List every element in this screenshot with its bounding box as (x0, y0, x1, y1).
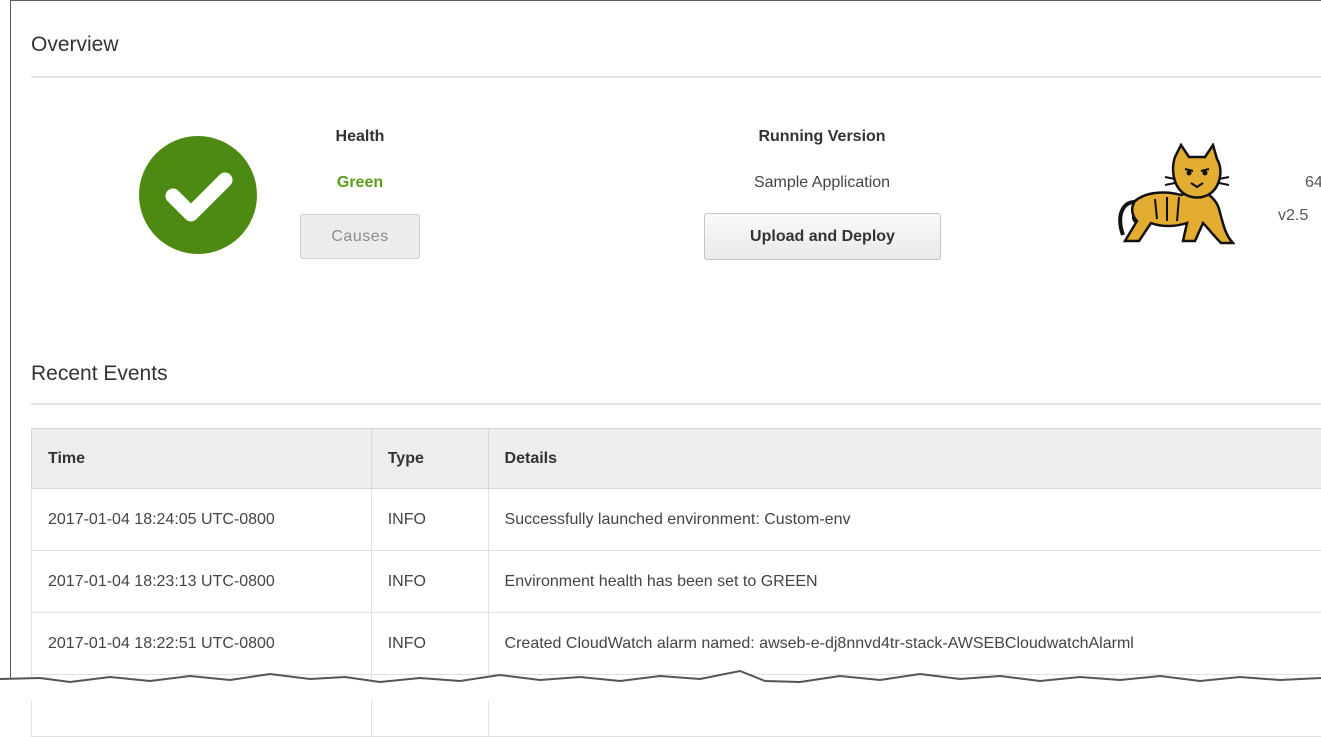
event-type: INFO (371, 551, 488, 613)
event-details: Successfully launched environment: Custo… (488, 489, 1321, 551)
platform-info-line1: 64l (1305, 174, 1321, 192)
column-header-details[interactable]: Details (488, 429, 1321, 489)
running-version-value: Sample Application (672, 174, 972, 192)
event-details: Environment health has been set to GREEN (488, 551, 1321, 613)
table-header-row: Time Type Details (32, 429, 1321, 489)
upload-and-deploy-button[interactable]: Upload and Deploy (704, 213, 941, 260)
table-row: 2017-01-04 18:24:05 UTC-0800 INFO Succes… (32, 489, 1321, 551)
table-row: 2017-01-04 18:23:13 UTC-0800 INFO Enviro… (32, 551, 1321, 613)
health-status-value: Green (300, 174, 420, 192)
health-heading: Health (300, 128, 420, 146)
column-header-time[interactable]: Time (32, 429, 372, 489)
recent-events-divider (31, 403, 1321, 405)
platform-info-line2: v2.5 (1278, 207, 1308, 225)
health-status-circle (139, 136, 257, 254)
recent-events-title: Recent Events (31, 362, 168, 386)
check-circle-icon (139, 136, 257, 254)
column-header-type[interactable]: Type (371, 429, 488, 489)
causes-button[interactable]: Causes (300, 214, 420, 259)
running-version-heading: Running Version (672, 128, 972, 146)
torn-edge-decoration (0, 661, 1321, 701)
event-time: 2017-01-04 18:23:13 UTC-0800 (32, 551, 372, 613)
overview-divider (31, 76, 1321, 78)
event-type: INFO (371, 489, 488, 551)
tomcat-logo (1095, 143, 1235, 248)
overview-title: Overview (31, 33, 119, 57)
event-time: 2017-01-04 18:24:05 UTC-0800 (32, 489, 372, 551)
